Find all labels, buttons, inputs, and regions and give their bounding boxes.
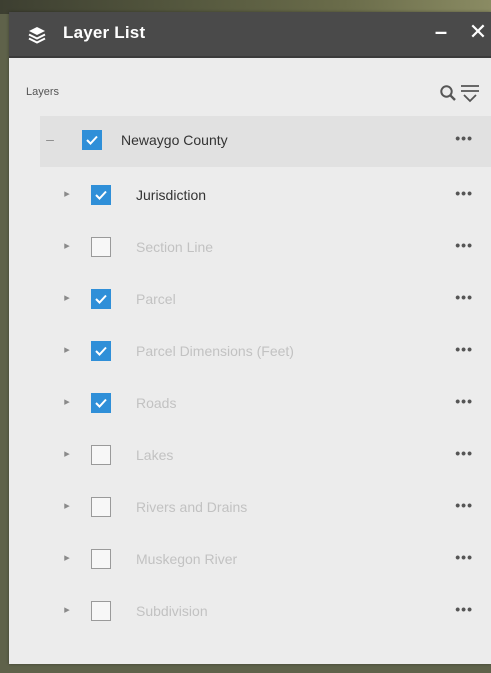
search-icon[interactable] <box>439 84 457 102</box>
close-button[interactable]: ✕ <box>467 19 489 45</box>
expand-icon[interactable]: ▸ <box>61 447 73 461</box>
more-options-icon[interactable]: ••• <box>455 185 473 201</box>
layer-label: Subdivision <box>136 603 208 619</box>
layer-label: Lakes <box>136 447 174 463</box>
layer-checkbox[interactable] <box>91 445 111 465</box>
layer-row[interactable]: ▸ Section Line ••• <box>9 223 491 274</box>
layer-checkbox[interactable] <box>91 185 111 205</box>
layer-checkbox[interactable] <box>91 549 111 569</box>
layer-label: Parcel <box>136 291 176 307</box>
filter-icon[interactable] <box>459 82 481 104</box>
layer-label: Parcel Dimensions (Feet) <box>136 343 294 359</box>
more-options-icon[interactable]: ••• <box>455 393 473 409</box>
expand-icon[interactable]: ▸ <box>61 343 73 357</box>
layer-row[interactable]: ▸ Jurisdiction ••• <box>9 171 491 222</box>
panel-title: Layer List <box>63 23 146 42</box>
minimize-button[interactable]: – <box>433 21 449 43</box>
expand-icon[interactable]: ▸ <box>61 395 73 409</box>
group-label: Newaygo County <box>121 132 228 148</box>
layer-label: Roads <box>136 395 177 411</box>
layer-label: Muskegon River <box>136 551 238 567</box>
expand-icon[interactable]: ▸ <box>61 603 73 617</box>
layer-list-panel: Layer List – ✕ Layers – Newaygo County •… <box>9 12 491 664</box>
more-options-icon[interactable]: ••• <box>455 289 473 305</box>
layer-row[interactable]: ▸ Lakes ••• <box>9 431 491 482</box>
expand-icon[interactable]: ▸ <box>61 551 73 565</box>
layers-label: Layers <box>26 86 60 98</box>
more-options-icon[interactable]: ••• <box>455 601 473 617</box>
more-options-icon[interactable]: ••• <box>455 237 473 253</box>
panel-titlebar[interactable]: Layer List – ✕ <box>9 12 491 58</box>
more-options-icon[interactable]: ••• <box>455 341 473 357</box>
layer-row[interactable]: ▸ Subdivision ••• <box>9 587 491 638</box>
layer-checkbox[interactable] <box>91 601 111 621</box>
layer-label: Section Line <box>136 239 214 255</box>
layer-checkbox[interactable] <box>91 497 111 517</box>
layer-row[interactable]: ▸ Muskegon River ••• <box>9 535 491 586</box>
group-checkbox[interactable] <box>82 130 102 150</box>
expand-icon[interactable]: ▸ <box>61 187 73 201</box>
layer-checkbox[interactable] <box>91 289 111 309</box>
expand-icon[interactable]: ▸ <box>61 291 73 305</box>
layer-row[interactable]: ▸ Parcel Dimensions (Feet) ••• <box>9 327 491 378</box>
layer-label: Rivers and Drains <box>136 499 248 515</box>
expand-icon[interactable]: ▸ <box>61 499 73 513</box>
more-options-icon[interactable]: ••• <box>455 445 473 461</box>
layers-header: Layers <box>9 58 491 118</box>
collapse-icon[interactable]: – <box>44 132 56 146</box>
more-options-icon[interactable]: ••• <box>455 497 473 513</box>
layer-row[interactable]: ▸ Rivers and Drains ••• <box>9 483 491 534</box>
more-options-icon[interactable]: ••• <box>455 549 473 565</box>
layer-row[interactable]: ▸ Parcel ••• <box>9 275 491 326</box>
layers-icon <box>26 24 48 46</box>
layer-checkbox[interactable] <box>91 341 111 361</box>
layer-row[interactable]: ▸ Roads ••• <box>9 379 491 430</box>
more-options-icon[interactable]: ••• <box>455 130 473 146</box>
layer-label: Jurisdiction <box>136 187 207 203</box>
expand-icon[interactable]: ▸ <box>61 239 73 253</box>
layer-group-row[interactable]: – Newaygo County ••• <box>40 116 491 167</box>
layer-checkbox[interactable] <box>91 393 111 413</box>
layer-checkbox[interactable] <box>91 237 111 257</box>
